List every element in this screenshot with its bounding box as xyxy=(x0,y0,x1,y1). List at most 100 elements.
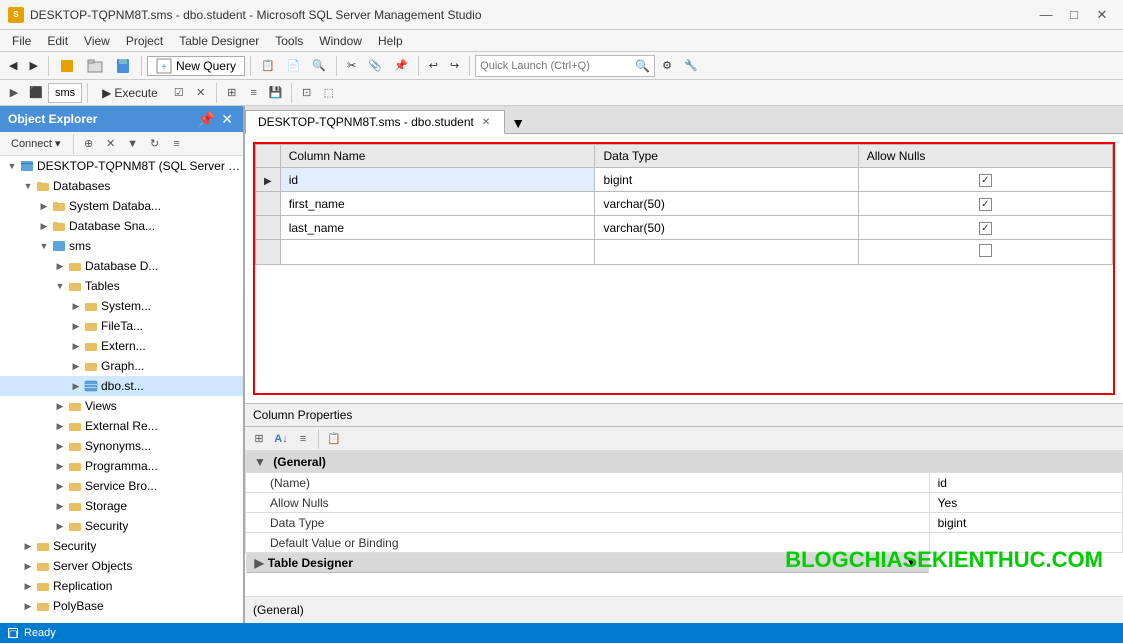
toolbar-icon-3[interactable]: 🔍 xyxy=(307,55,331,77)
tree-polybase[interactable]: ▶ PolyBase xyxy=(0,596,243,616)
tree-graph[interactable]: ▶ Graph... xyxy=(0,356,243,376)
toolbar-extra-1[interactable]: ⚙ xyxy=(657,55,677,77)
props-cat-btn[interactable]: ≡ xyxy=(293,429,313,449)
tab-dropdown-btn[interactable]: ▼ xyxy=(505,113,531,133)
tree-storage[interactable]: ▶ Storage xyxy=(0,496,243,516)
oe-close-button[interactable]: ✕ xyxy=(219,111,235,128)
menu-view[interactable]: View xyxy=(76,32,118,50)
maximize-button[interactable]: □ xyxy=(1061,5,1087,25)
tree-external[interactable]: ▶ Extern... xyxy=(0,336,243,356)
tree-dbdiag[interactable]: ▶ Database D... xyxy=(0,256,243,276)
tree-tables[interactable]: ▼ Tables xyxy=(0,276,243,296)
oe-summary-btn[interactable]: ≡ xyxy=(167,134,187,154)
tree-views[interactable]: ▶ Views xyxy=(0,396,243,416)
oe-delete-btn[interactable]: ✕ xyxy=(101,134,121,154)
menu-window[interactable]: Window xyxy=(311,32,370,50)
tree-filetables[interactable]: ▶ FileTa... xyxy=(0,316,243,336)
cell-name-id[interactable]: id xyxy=(280,168,595,192)
back-button[interactable]: ◀ xyxy=(4,55,22,77)
tree-server-objects[interactable]: ▶ Server Objects xyxy=(0,556,243,576)
toolbar-icon-1[interactable]: 📋 xyxy=(256,55,280,77)
cell-null-fn[interactable] xyxy=(858,192,1112,216)
oe-new-btn[interactable]: ⊕ xyxy=(79,134,99,154)
cell-type-ln[interactable]: varchar(50) xyxy=(595,216,858,240)
menu-help[interactable]: Help xyxy=(370,32,411,50)
cell-null-empty[interactable] xyxy=(858,240,1112,265)
cell-name-ln[interactable]: last_name xyxy=(280,216,595,240)
menu-tools[interactable]: Tools xyxy=(267,32,311,50)
toolbar-redo[interactable]: ↪ xyxy=(445,55,464,77)
toolbar-cut[interactable]: ✂ xyxy=(342,55,361,77)
tree-synonyms[interactable]: ▶ Synonyms... xyxy=(0,436,243,456)
tree-dbo-student[interactable]: ▶ dbo.st... xyxy=(0,376,243,396)
checkbox-id[interactable] xyxy=(979,174,992,187)
tree-sysdb[interactable]: ▶ System Databa... xyxy=(0,196,243,216)
checkbox-empty[interactable] xyxy=(979,244,992,257)
toolbar-btn-3[interactable] xyxy=(110,55,136,77)
connect-button[interactable]: Connect ▾ xyxy=(4,134,68,153)
cell-type-id[interactable]: bigint xyxy=(595,168,858,192)
tree-external-res[interactable]: ▶ External Re... xyxy=(0,416,243,436)
cell-name-fn[interactable]: first_name xyxy=(280,192,595,216)
oe-refresh-btn[interactable]: ↻ xyxy=(145,134,165,154)
grid-btn[interactable]: ⊞ xyxy=(222,83,242,103)
extres-label: External Re... xyxy=(85,419,158,433)
props-grid-btn[interactable]: ⊞ xyxy=(249,429,269,449)
props-alpha-btn[interactable]: A↓ xyxy=(271,429,291,449)
stop-btn[interactable]: ⬛ xyxy=(26,83,46,103)
tab-designer[interactable]: DESKTOP-TQPNM8T.sms - dbo.student ✕ xyxy=(245,110,505,134)
forward-button[interactable]: ▶ xyxy=(24,55,42,77)
toolbar-paste[interactable]: 📌 xyxy=(389,55,413,77)
tree-sms[interactable]: ▼ sms xyxy=(0,236,243,256)
checkbox-fn[interactable] xyxy=(979,198,992,211)
cell-null-ln[interactable] xyxy=(858,216,1112,240)
cell-null-id[interactable] xyxy=(858,168,1112,192)
toolbar-btn-2[interactable] xyxy=(82,55,108,77)
tree-replication[interactable]: ▶ Replication xyxy=(0,576,243,596)
object-explorer-header: Object Explorer 📌 ✕ xyxy=(0,106,243,132)
tree-security-top[interactable]: ▶ Security xyxy=(0,536,243,556)
tree-dbsnap[interactable]: ▶ Database Sna... xyxy=(0,216,243,236)
tree-security-db[interactable]: ▶ Security xyxy=(0,516,243,536)
menu-table-designer[interactable]: Table Designer xyxy=(171,32,267,50)
oe-filter-btn[interactable]: ▼ xyxy=(123,134,143,154)
text-btn[interactable]: ≡ xyxy=(244,83,264,103)
align-btn[interactable]: ⬚ xyxy=(319,83,339,103)
new-query-button[interactable]: + New Query xyxy=(147,56,245,76)
cell-type-fn[interactable]: varchar(50) xyxy=(595,192,858,216)
tree-databases[interactable]: ▼ Databases xyxy=(0,176,243,196)
menu-edit[interactable]: Edit xyxy=(39,32,76,50)
toolbar-btn-1[interactable] xyxy=(54,55,80,77)
expand-sysdb: ▶ xyxy=(36,198,52,214)
props-expand-general[interactable]: ▼ xyxy=(254,455,266,469)
close-button[interactable]: ✕ xyxy=(1089,5,1115,25)
tab-close-btn[interactable]: ✕ xyxy=(480,116,492,129)
debug-btn[interactable]: ▶ xyxy=(4,83,24,103)
minimize-button[interactable]: — xyxy=(1033,5,1059,25)
props-expand-tabledesigner[interactable]: ▶ xyxy=(255,556,264,570)
props-extra-btn[interactable]: 📋 xyxy=(324,429,344,449)
quick-launch-input[interactable] xyxy=(480,60,631,72)
menu-file[interactable]: File xyxy=(4,32,39,50)
prog-label: Programma... xyxy=(85,459,158,473)
toolbar-extra-2[interactable]: 🔧 xyxy=(679,55,703,77)
toolbar-undo[interactable]: ↩ xyxy=(424,55,443,77)
tree-server[interactable]: ▼ DESKTOP-TQPNM8T (SQL Server 15.0.2000.… xyxy=(0,156,243,176)
tree-service[interactable]: ▶ Service Bro... xyxy=(0,476,243,496)
checkbox-ln[interactable] xyxy=(979,222,992,235)
execute-button[interactable]: ▶ Execute xyxy=(93,83,167,103)
tree-systables[interactable]: ▶ System... xyxy=(0,296,243,316)
oe-pin-button[interactable]: 📌 xyxy=(196,111,217,128)
tree-prog[interactable]: ▶ Programma... xyxy=(0,456,243,476)
parse-btn[interactable]: ☑ xyxy=(169,83,189,103)
cell-name-empty[interactable] xyxy=(280,240,595,265)
toolbar-icon-2[interactable]: 📄 xyxy=(282,55,306,77)
col-props-tab[interactable]: Column Properties xyxy=(245,404,1123,427)
layout-btn[interactable]: ⊡ xyxy=(297,83,317,103)
cell-type-empty[interactable] xyxy=(595,240,858,265)
menu-project[interactable]: Project xyxy=(118,32,171,50)
cancel-btn[interactable]: ✕ xyxy=(191,83,211,103)
toolbar-copy[interactable]: 📎 xyxy=(363,55,387,77)
quick-launch-box[interactable]: 🔍 xyxy=(475,55,655,77)
file-btn[interactable]: 💾 xyxy=(266,83,286,103)
